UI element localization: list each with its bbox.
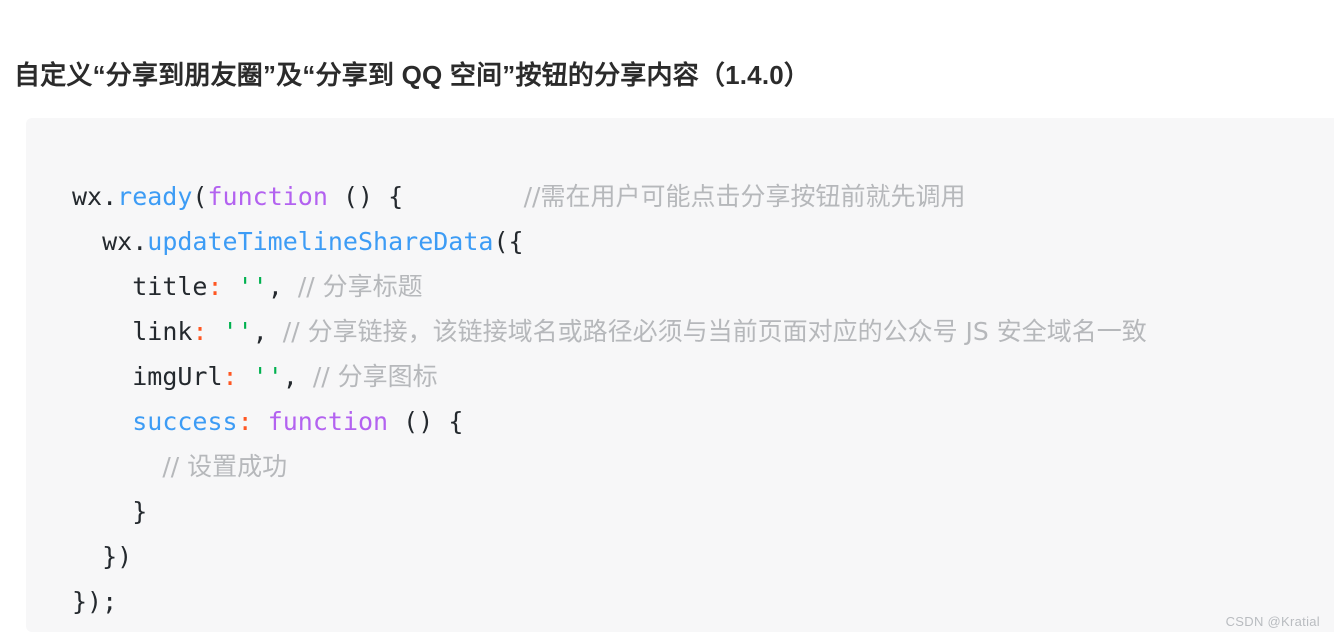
code-line: }	[72, 489, 1334, 534]
code-token-plain: }	[132, 497, 148, 526]
code-token-plain: });	[72, 587, 118, 616]
code-token-plain: () {	[388, 407, 464, 436]
code-token-plain: title	[132, 272, 208, 301]
code-content: wx.ready(function () { //需在用户可能点击分享按钮前就先…	[72, 174, 1334, 624]
code-token-string: ''	[252, 362, 283, 391]
code-token-plain: imgUrl	[132, 362, 223, 391]
page-title: 自定义“分享到朋友圈”及“分享到 QQ 空间”按钮的分享内容（1.4.0）	[14, 60, 811, 91]
code-token-comment: // 分享链接，该链接域名或路径必须与当前页面对应的公众号 JS 安全域名一致	[282, 317, 1147, 346]
code-token-plain: ({	[493, 227, 524, 256]
code-token-comment: // 分享图标	[312, 362, 438, 391]
code-token-keyword: function	[267, 407, 389, 436]
code-line: link: '', // 分享链接，该链接域名或路径必须与当前页面对应的公众号 …	[72, 309, 1334, 354]
code-line: })	[72, 534, 1334, 579]
code-token-plain: })	[102, 542, 133, 571]
code-token-plain: ,	[282, 362, 313, 391]
code-line: success: function () {	[72, 399, 1334, 444]
code-token-punctuation: :	[222, 362, 238, 391]
code-token-comment: // 分享标题	[297, 272, 423, 301]
code-token-string: ''	[237, 272, 268, 301]
code-token-property: success	[132, 407, 238, 436]
code-line: // 设置成功	[72, 444, 1334, 489]
code-token-comment: // 设置成功	[162, 452, 288, 481]
code-token-keyword: function	[207, 182, 328, 211]
code-line: imgUrl: '', // 分享图标	[72, 354, 1334, 399]
code-token-string: ''	[222, 317, 253, 346]
code-token-plain: wx.	[102, 227, 148, 256]
code-line: });	[72, 579, 1334, 624]
code-token-punctuation: :	[207, 272, 223, 301]
code-line: wx.ready(function () { //需在用户可能点击分享按钮前就先…	[72, 174, 1334, 219]
code-token-plain: ,	[267, 272, 298, 301]
code-line: title: '', // 分享标题	[72, 264, 1334, 309]
code-line: wx.updateTimelineShareData({	[72, 219, 1334, 264]
code-token-plain: wx.	[72, 182, 118, 211]
code-token-plain: link	[132, 317, 193, 346]
code-token-property: updateTimelineShareData	[147, 227, 494, 256]
code-token-plain: (	[192, 182, 208, 211]
code-token-comment: //需在用户可能点击分享按钮前就先调用	[523, 182, 966, 211]
code-block: wx.ready(function () { //需在用户可能点击分享按钮前就先…	[26, 118, 1334, 632]
code-token-punctuation: :	[192, 317, 208, 346]
watermark: CSDN @Kratial	[1225, 614, 1320, 629]
code-token-plain: ,	[252, 317, 283, 346]
code-token-punctuation: :	[237, 407, 253, 436]
code-token-property: ready	[117, 182, 193, 211]
code-token-plain: () {	[327, 182, 404, 211]
